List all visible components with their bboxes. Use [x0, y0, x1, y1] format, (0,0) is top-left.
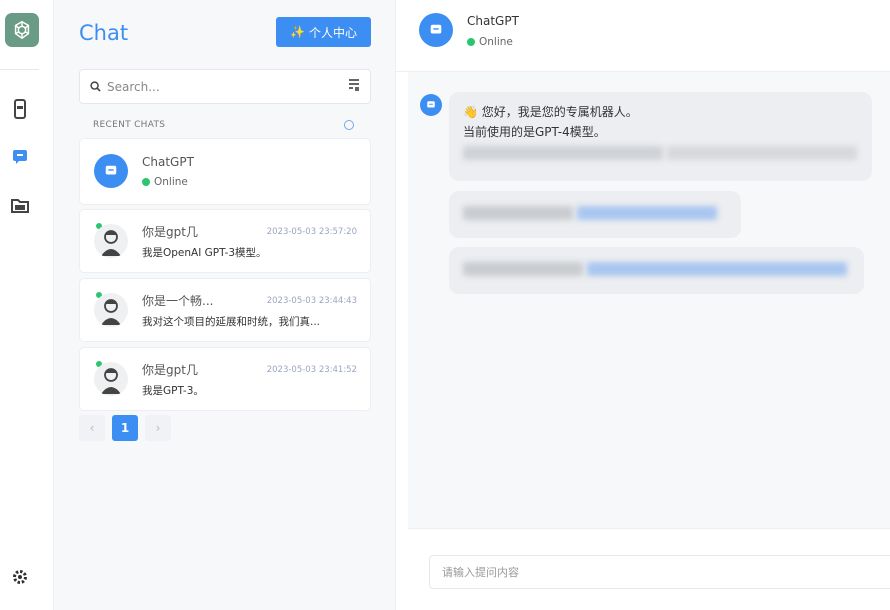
next-page-button[interactable]: ›: [145, 415, 171, 441]
filter-icon[interactable]: [348, 77, 360, 96]
bot-message-bubble: [449, 247, 864, 294]
message-input[interactable]: [429, 555, 890, 589]
redacted-content: [463, 206, 573, 220]
chat-item-preview: 我是GPT-3。: [142, 385, 204, 397]
redacted-link[interactable]: [586, 262, 847, 276]
chat-item-name: 你是一个畅...: [142, 294, 214, 308]
redacted-link[interactable]: [576, 206, 717, 220]
bot-avatar: [420, 94, 442, 116]
chat-item[interactable]: 你是一个畅... 2023-05-03 23:44:43 我对这个项目的延展和时…: [79, 278, 371, 342]
model-line: 当前使用的是GPT-4模型。: [463, 125, 606, 139]
pagination: ‹ 1 ›: [79, 415, 171, 441]
chat-header: ChatGPT Online: [396, 0, 890, 72]
status-text: Online: [154, 176, 188, 188]
search-box: [79, 69, 371, 104]
user-avatar: [94, 293, 128, 327]
chat-main: ChatGPT Online 👋 您好，我是您的专属机器人。 当前使用的是GPT…: [396, 0, 890, 610]
sparkles-icon: ✨: [290, 25, 305, 39]
chat-item-time: 2023-05-03 23:41:52: [266, 365, 357, 375]
settings-gear-icon[interactable]: [9, 566, 31, 588]
refresh-icon[interactable]: [344, 120, 354, 130]
personal-center-button[interactable]: ✨ 个人中心: [276, 17, 371, 47]
chat-title: ChatGPT: [467, 14, 519, 28]
redacted-content: [463, 142, 858, 162]
page-button-current[interactable]: 1: [112, 415, 138, 441]
online-status: Online: [142, 176, 188, 188]
rail-divider: [0, 69, 39, 70]
online-dot-icon: [142, 178, 150, 186]
search-input[interactable]: [107, 79, 348, 94]
greeting-line: 👋 您好，我是您的专属机器人。: [463, 102, 858, 122]
status-text: Online: [479, 36, 513, 48]
bot-message-bubble: [449, 191, 741, 238]
chat-item[interactable]: 你是gpt几 2023-05-03 23:41:52 我是GPT-3。: [79, 347, 371, 411]
folder-icon[interactable]: [9, 194, 31, 216]
chat-item-name: 你是gpt几: [142, 363, 198, 377]
chat-item-name: ChatGPT: [142, 155, 194, 169]
chat-item-preview: 我是OpenAI GPT-3模型。: [142, 247, 267, 259]
user-avatar: [94, 224, 128, 258]
chat-sidebar: Chat ✨ 个人中心 RECENT CHATS ChatGPT Online …: [54, 0, 396, 610]
bot-avatar: [94, 154, 128, 188]
wave-icon: 👋: [463, 105, 478, 119]
phone-icon[interactable]: [9, 98, 31, 120]
message-list[interactable]: 👋 您好，我是您的专属机器人。 当前使用的是GPT-4模型。: [408, 72, 890, 528]
openai-logo-icon[interactable]: [5, 13, 39, 47]
greeting-text: 您好，我是您的专属机器人。: [481, 105, 638, 119]
sidebar-title: Chat: [79, 21, 129, 45]
recent-chats-label: RECENT CHATS: [93, 120, 166, 130]
chat-item-chatgpt[interactable]: ChatGPT Online: [79, 138, 371, 205]
composer: [408, 528, 890, 610]
redacted-content: [463, 262, 583, 276]
chat-item-preview: 我对这个项目的延展和时统，我们真...: [142, 316, 321, 328]
chat-item-name: 你是gpt几: [142, 225, 198, 239]
user-avatar: [94, 362, 128, 396]
chat-bubble-icon[interactable]: [9, 146, 31, 168]
online-status: Online: [467, 36, 513, 48]
icon-rail: [0, 0, 54, 610]
chat-item-time: 2023-05-03 23:44:43: [266, 296, 357, 306]
chat-item-time: 2023-05-03 23:57:20: [266, 227, 357, 237]
online-dot-icon: [467, 38, 475, 46]
bot-message-bubble: 👋 您好，我是您的专属机器人。 当前使用的是GPT-4模型。: [449, 92, 872, 181]
bot-avatar: [419, 13, 453, 47]
search-icon: [90, 77, 101, 96]
prev-page-button[interactable]: ‹: [79, 415, 105, 441]
personal-center-label: 个人中心: [308, 25, 357, 40]
chat-item[interactable]: 你是gpt几 2023-05-03 23:57:20 我是OpenAI GPT-…: [79, 209, 371, 273]
